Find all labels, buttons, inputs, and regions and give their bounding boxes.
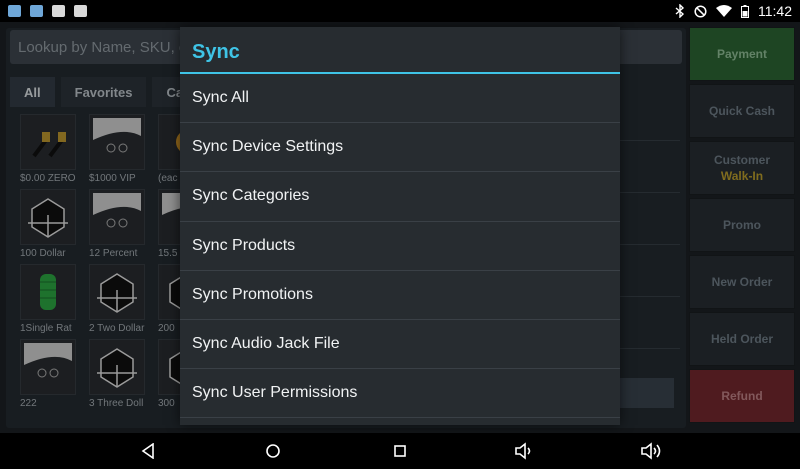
notification-icons bbox=[8, 5, 87, 17]
dialog-title: Sync bbox=[180, 27, 620, 74]
sync-promotions-option[interactable]: Sync Promotions bbox=[180, 271, 620, 320]
sync-dialog: Sync Sync All Sync Device Settings Sync … bbox=[180, 27, 620, 425]
sync-products-option[interactable]: Sync Products bbox=[180, 222, 620, 271]
app-notification-icon bbox=[8, 5, 21, 17]
battery-icon bbox=[741, 4, 749, 18]
home-icon[interactable] bbox=[261, 441, 285, 461]
volume-up-icon[interactable] bbox=[640, 441, 664, 461]
status-bar: 11:42 bbox=[0, 0, 800, 22]
clock: 11:42 bbox=[758, 3, 792, 19]
sync-user-permissions-option[interactable]: Sync User Permissions bbox=[180, 369, 620, 419]
volume-down-icon[interactable] bbox=[513, 441, 537, 461]
bluetooth-icon bbox=[675, 4, 685, 18]
do-not-disturb-icon bbox=[694, 4, 707, 18]
system-tray: 11:42 bbox=[675, 3, 792, 19]
sync-device-settings-option[interactable]: Sync Device Settings bbox=[180, 123, 620, 173]
back-icon[interactable] bbox=[136, 441, 160, 461]
navigation-bar bbox=[0, 433, 800, 469]
sync-categories-option[interactable]: Sync Categories bbox=[180, 172, 620, 222]
briefcase-notification-icon bbox=[74, 5, 87, 17]
sync-all-option[interactable]: Sync All bbox=[180, 74, 620, 124]
sync-audio-jack-file-option[interactable]: Sync Audio Jack File bbox=[180, 320, 620, 370]
image-notification-icon bbox=[30, 5, 43, 17]
gallery-notification-icon bbox=[52, 5, 65, 17]
wifi-icon bbox=[716, 5, 732, 17]
recents-icon[interactable] bbox=[388, 441, 412, 461]
